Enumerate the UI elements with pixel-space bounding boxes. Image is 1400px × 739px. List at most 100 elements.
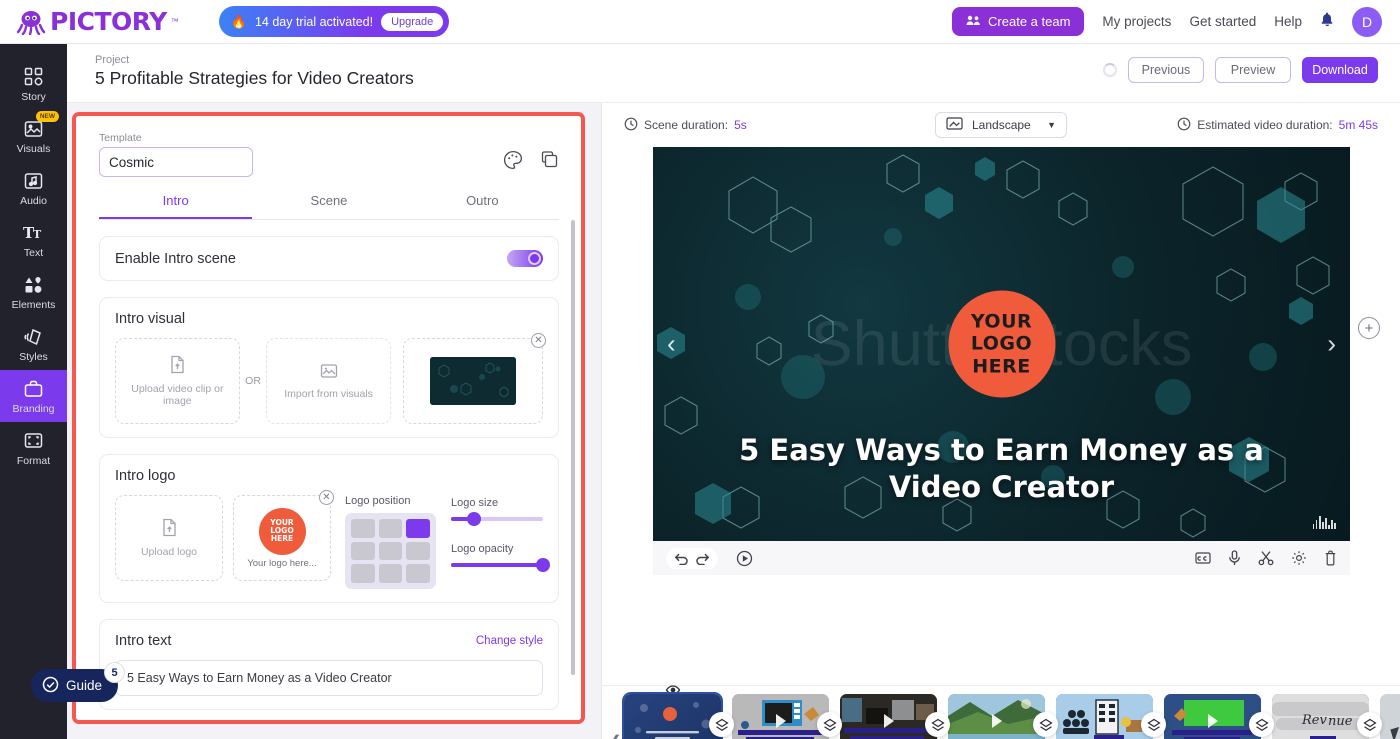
flame-icon: 🔥	[230, 13, 247, 29]
undo-icon[interactable]	[674, 552, 689, 565]
sidebar-label-styles: Styles	[19, 351, 48, 363]
sidebar-item-audio[interactable]: Audio	[0, 162, 67, 214]
trademark-mark: ™	[170, 17, 179, 26]
transition-button[interactable]	[709, 712, 734, 737]
scene-thumbnail[interactable]	[1164, 694, 1261, 739]
logo-size-slider-knob[interactable]	[467, 512, 481, 526]
scissors-icon[interactable]	[1258, 550, 1274, 566]
transition-button[interactable]	[925, 712, 950, 737]
selected-visual-slot[interactable]: ✕	[402, 333, 546, 424]
upload-video-dropzone[interactable]: Upload video clip or image	[115, 338, 240, 424]
intro-text-input[interactable]	[115, 660, 543, 696]
sidebar-item-elements[interactable]: Elements	[0, 266, 67, 318]
scene-thumbnail[interactable]	[840, 694, 937, 739]
video-preview-stage[interactable]: Shutterstocks YOUR LOGO HERE 5 Easy Ways…	[653, 147, 1350, 541]
logo-position-middle-center[interactable]	[378, 541, 403, 561]
intro-logo-card: Intro logo Upload logo ✕ YOUR LOGO HERE …	[99, 454, 559, 603]
previous-button[interactable]: Previous	[1128, 57, 1204, 83]
upgrade-button[interactable]: Upgrade	[381, 12, 444, 31]
timeline-scene-3[interactable]: Scene 3	[948, 694, 1058, 739]
timeline-scene-4[interactable]: Scene 4	[1056, 694, 1166, 739]
color-palette-icon[interactable]	[503, 150, 523, 175]
sidebar-item-text[interactable]: T T Text	[0, 214, 67, 266]
sidebar-label-story: Story	[21, 91, 46, 103]
redo-icon[interactable]	[695, 552, 710, 565]
transition-button[interactable]	[1033, 712, 1058, 737]
logo-preview-slot[interactable]: ✕ YOUR LOGO HERE Your logo here...	[233, 490, 334, 581]
subtitles-icon[interactable]	[1195, 551, 1211, 565]
clock-icon	[1177, 117, 1191, 134]
nav-get-started[interactable]: Get started	[1189, 14, 1256, 29]
download-button[interactable]: Download	[1302, 57, 1378, 83]
logo-size-slider[interactable]	[451, 512, 543, 526]
template-input[interactable]	[99, 147, 253, 177]
guide-button[interactable]: Guide 5	[31, 663, 125, 702]
microphone-icon[interactable]	[1228, 550, 1241, 566]
transition-button[interactable]	[1249, 712, 1274, 737]
timeline-scene-5[interactable]: Scene 5	[1164, 694, 1274, 739]
nav-my-projects[interactable]: My projects	[1102, 14, 1171, 29]
logo-opacity-label: Logo opacity	[451, 543, 514, 555]
logo-position-top-center[interactable]	[378, 519, 403, 538]
next-scene-arrow-icon[interactable]: ›	[1327, 329, 1336, 360]
sidebar-item-story[interactable]: Story	[0, 58, 67, 110]
logo-position-top-right[interactable]	[406, 519, 430, 538]
logo-position-block: Logo position	[345, 495, 436, 589]
timeline-scene-6[interactable]: Rev nue Scene 6	[1272, 694, 1382, 739]
duplicate-icon[interactable]	[540, 150, 559, 175]
create-team-button[interactable]: Create a team	[952, 7, 1085, 36]
format-dropdown[interactable]: Landscape ▼	[935, 112, 1067, 138]
scene-thumbnail[interactable]	[948, 694, 1045, 739]
transition-button[interactable]	[817, 712, 842, 737]
brand-logo[interactable]: PICTORY ™	[16, 7, 179, 36]
gear-icon[interactable]	[1291, 550, 1307, 566]
trial-banner: 🔥 14 day trial activated! Upgrade	[218, 6, 450, 37]
notification-bell-icon[interactable]	[1320, 12, 1334, 31]
remove-visual-icon[interactable]: ✕	[531, 333, 546, 348]
panel-scrollbar[interactable]	[571, 220, 575, 675]
guide-badge: 5	[105, 663, 125, 682]
sidebar-item-branding[interactable]: Branding	[0, 370, 67, 422]
nav-help[interactable]: Help	[1274, 14, 1302, 29]
user-avatar[interactable]: D	[1352, 6, 1382, 37]
timeline-scene-intro[interactable]: Intro scene	[624, 685, 734, 739]
sidebar-label-format: Format	[16, 455, 51, 467]
upload-video-label: Upload video clip or image	[131, 383, 224, 407]
enable-intro-label: Enable Intro scene	[115, 250, 236, 267]
change-style-link[interactable]: Change style	[476, 635, 543, 647]
logo-position-bottom-center[interactable]	[378, 564, 403, 583]
prev-scene-arrow-icon[interactable]: ‹	[667, 329, 676, 360]
preview-button[interactable]: Preview	[1215, 57, 1291, 83]
format-value: Landscape	[972, 118, 1031, 132]
add-scene-button[interactable]: +	[1358, 317, 1380, 339]
scene-thumbnail[interactable]	[624, 694, 721, 739]
play-icon[interactable]	[736, 550, 753, 567]
transition-button[interactable]	[1141, 712, 1166, 737]
logo-position-middle-right[interactable]	[406, 541, 430, 561]
logo-position-bottom-left[interactable]	[351, 564, 375, 583]
logo-opacity-slider[interactable]	[451, 558, 550, 572]
timeline-scene-2[interactable]: Scene 2	[840, 694, 950, 739]
scene-thumbnail[interactable]: Rev nue	[1272, 694, 1369, 739]
logo-position-middle-left[interactable]	[351, 541, 375, 561]
people-icon	[966, 14, 981, 29]
enable-intro-toggle[interactable]	[507, 250, 543, 267]
tab-scene[interactable]: Scene	[252, 193, 405, 219]
sidebar-item-visuals[interactable]: NEW Visuals	[0, 110, 67, 162]
import-visuals-dropzone[interactable]: Import from visuals	[266, 338, 391, 424]
remove-logo-icon[interactable]: ✕	[319, 490, 334, 505]
logo-position-bottom-right[interactable]	[406, 564, 430, 583]
tab-intro[interactable]: Intro	[99, 193, 253, 219]
transition-button[interactable]	[1357, 712, 1382, 737]
sidebar-item-styles[interactable]: Styles	[0, 318, 67, 370]
timeline-prev-arrow-icon[interactable]: ❮	[609, 732, 622, 739]
sidebar-item-format[interactable]: Format	[0, 422, 67, 474]
upload-logo-dropzone[interactable]: Upload logo	[115, 495, 223, 581]
scene-thumbnail[interactable]	[732, 694, 829, 739]
logo-opacity-slider-knob[interactable]	[536, 558, 550, 572]
tab-outro[interactable]: Outro	[406, 193, 559, 219]
timeline-scene-1[interactable]: Scene 1	[732, 694, 842, 739]
logo-position-top-left[interactable]	[351, 519, 375, 538]
trash-icon[interactable]	[1324, 550, 1337, 566]
scene-thumbnail[interactable]	[1056, 694, 1153, 739]
